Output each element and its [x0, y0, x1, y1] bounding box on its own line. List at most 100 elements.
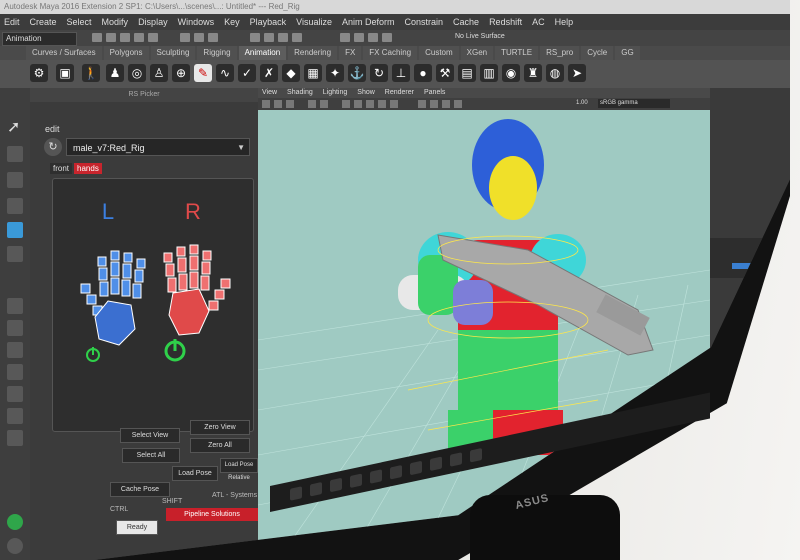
script-icon[interactable]: [7, 514, 23, 530]
load-pose-button[interactable]: Load Pose: [172, 466, 218, 481]
shelf-tab-gg[interactable]: GG: [615, 46, 640, 60]
left-middle-ctrl-2[interactable]: [110, 261, 120, 277]
right-index-ctrl-3[interactable]: [200, 275, 210, 291]
taskbar-app-icon[interactable]: [430, 456, 442, 471]
mode-select-dropdown[interactable]: Animation: [2, 32, 77, 46]
taskbar-app-icon[interactable]: [390, 464, 402, 480]
snap-point-icon[interactable]: [278, 33, 288, 42]
right-pinky-ctrl-1[interactable]: [163, 252, 173, 263]
keyframe-icon[interactable]: ◆: [282, 64, 300, 82]
menu-edit[interactable]: Edit: [4, 14, 20, 30]
layout-stack-icon[interactable]: [7, 364, 23, 380]
menu-windows[interactable]: Windows: [178, 14, 215, 30]
xray-components-icon[interactable]: [454, 100, 462, 108]
ipr-render-icon[interactable]: [368, 33, 378, 42]
left-pinky-ctrl-2[interactable]: [134, 269, 144, 283]
viewport-menu-show[interactable]: Show: [357, 88, 375, 98]
camera-select-icon[interactable]: [262, 100, 270, 108]
left-middle-ctrl-3[interactable]: [110, 277, 120, 295]
select-by-component-icon[interactable]: [208, 33, 218, 42]
snap-grid-icon[interactable]: [250, 33, 260, 42]
lod-icon[interactable]: ◎: [128, 64, 146, 82]
viewport-menu-lighting[interactable]: Lighting: [323, 88, 348, 98]
right-thumb-ctrl-2[interactable]: [214, 289, 225, 300]
globe-icon[interactable]: ◍: [546, 64, 564, 82]
menu-cache[interactable]: Cache: [453, 14, 479, 30]
select-icon[interactable]: ▦: [304, 64, 322, 82]
menu-visualize[interactable]: Visualize: [296, 14, 332, 30]
tools-icon[interactable]: ⚒: [436, 64, 454, 82]
menu-redshift[interactable]: Redshift: [489, 14, 522, 30]
shelf-tab-polygons[interactable]: Polygons: [103, 46, 149, 60]
layout-side-icon[interactable]: [7, 342, 23, 358]
right-pinky-ctrl-3[interactable]: [167, 277, 177, 293]
right-middle-ctrl-2[interactable]: [189, 255, 199, 271]
right-ring-ctrl-1[interactable]: [176, 246, 186, 257]
left-thumb-ctrl-2[interactable]: [86, 294, 97, 305]
menu-create[interactable]: Create: [30, 14, 57, 30]
shelf-tab-fx-caching[interactable]: FX Caching: [363, 46, 418, 60]
left-ring-ctrl-1[interactable]: [123, 252, 133, 263]
menu-select[interactable]: Select: [67, 14, 92, 30]
exposure-field[interactable]: 1.00: [576, 100, 588, 106]
taskbar-app-icon[interactable]: [370, 469, 382, 484]
layout-graph-icon[interactable]: [7, 408, 23, 424]
right-index-ctrl-1[interactable]: [202, 250, 212, 261]
image-icon[interactable]: ▣: [56, 64, 74, 82]
right-ring-ctrl-2[interactable]: [177, 257, 187, 273]
pipeline-solutions-button[interactable]: Pipeline Solutions: [166, 508, 258, 521]
xray-joints-icon[interactable]: [442, 100, 450, 108]
rotate-icon[interactable]: ↻: [370, 64, 388, 82]
shelf-tab-curves-surfaces[interactable]: Curves / Surfaces: [26, 46, 102, 60]
tab-front[interactable]: front: [50, 163, 73, 174]
paint-select-icon[interactable]: [7, 172, 23, 188]
viewport-menu-panels[interactable]: Panels: [424, 88, 445, 98]
smooth-shade-icon[interactable]: [354, 100, 362, 108]
gear-icon[interactable]: ⚙: [30, 64, 48, 82]
shelf-tab-rs-pro[interactable]: RS_pro: [540, 46, 580, 60]
picker-edit-label[interactable]: edit: [45, 124, 60, 134]
right-palm-ctrl[interactable]: [168, 288, 210, 336]
right-thumb-ctrl-3[interactable]: [208, 300, 219, 311]
open-scene-icon[interactable]: [106, 33, 116, 42]
right-thumb-ctrl-1[interactable]: [220, 278, 231, 289]
help-icon[interactable]: [7, 538, 23, 554]
zero-all-button[interactable]: Zero All: [190, 438, 250, 453]
camera-attr-icon[interactable]: [274, 100, 282, 108]
render-icon[interactable]: [354, 33, 364, 42]
left-ring-ctrl-3[interactable]: [121, 279, 131, 297]
grid-toggle-icon[interactable]: [308, 100, 316, 108]
camera-icon[interactable]: ◉: [502, 64, 520, 82]
zero-view-button[interactable]: Zero View: [190, 420, 250, 435]
taskbar-app-icon[interactable]: [350, 473, 362, 488]
tab-hands[interactable]: hands: [74, 163, 102, 174]
shelf-tab-animation[interactable]: Animation: [238, 46, 287, 60]
bookmark-icon[interactable]: [286, 100, 294, 108]
taskbar-app-icon[interactable]: [450, 452, 462, 467]
menu-modify[interactable]: Modify: [102, 14, 129, 30]
left-middle-ctrl-1[interactable]: [110, 250, 120, 261]
redo-icon[interactable]: [148, 33, 158, 42]
lasso-tool-icon[interactable]: [7, 146, 23, 162]
taskbar-app-icon[interactable]: [470, 447, 482, 463]
walk-icon[interactable]: 🚶: [82, 64, 100, 82]
shelf-tab-fx[interactable]: FX: [339, 46, 362, 60]
menu-help[interactable]: Help: [555, 14, 574, 30]
menu-key[interactable]: Key: [224, 14, 240, 30]
taskbar-app-icon[interactable]: [330, 477, 342, 493]
shelf-tab-rigging[interactable]: Rigging: [197, 46, 237, 60]
figure-icon[interactable]: ♙: [150, 64, 168, 82]
taskbar-app-icon[interactable]: [310, 481, 322, 497]
menu-ac[interactable]: AC: [532, 14, 545, 30]
person-icon[interactable]: ♟: [106, 64, 124, 82]
right-index-ctrl-2[interactable]: [201, 261, 211, 275]
snap-curve-icon[interactable]: [264, 33, 274, 42]
save-scene-icon[interactable]: [120, 33, 130, 42]
scale-tool-icon[interactable]: [7, 246, 23, 262]
select-by-hierarchy-icon[interactable]: [180, 33, 190, 42]
taskbar-app-icon[interactable]: [290, 486, 302, 501]
shelf-tab-custom[interactable]: Custom: [419, 46, 459, 60]
cache-pose-button[interactable]: Cache Pose: [110, 482, 170, 497]
left-ring-ctrl-2[interactable]: [122, 263, 132, 279]
shelf-tab-xgen[interactable]: XGen: [460, 46, 494, 60]
